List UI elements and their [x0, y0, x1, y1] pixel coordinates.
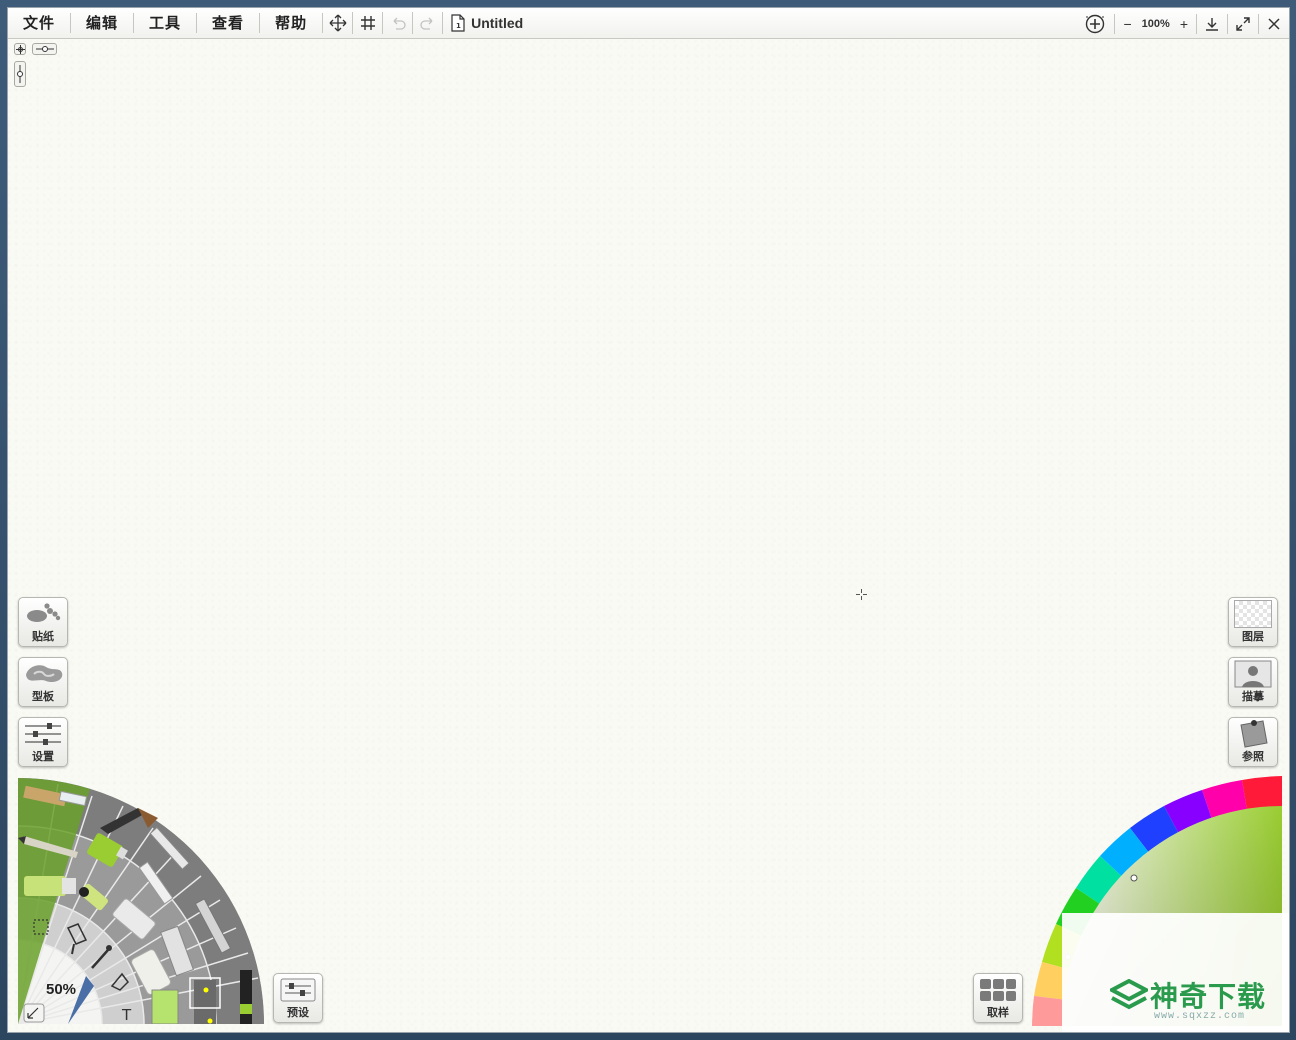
references-icon-wrap [1229, 718, 1277, 750]
references-label: 参照 [1242, 750, 1264, 763]
brush-size-text: 50% [46, 981, 76, 998]
zoom-in-button[interactable]: + [1180, 16, 1188, 32]
tracing-button[interactable]: 描摹 [1228, 657, 1278, 707]
layers-icon-wrap [1229, 598, 1277, 630]
grid-button[interactable] [353, 12, 384, 34]
layers-label: 图层 [1242, 630, 1264, 643]
sampler-label: 取样 [987, 1006, 1009, 1019]
settings-button[interactable]: 设置 [18, 717, 68, 767]
move-canvas-button[interactable] [323, 12, 354, 34]
tool-marker[interactable] [24, 876, 76, 896]
add-layer-button[interactable] [1076, 14, 1114, 34]
sliders-icon [25, 723, 61, 745]
slider-h-icon [35, 46, 54, 52]
undo-button[interactable] [383, 12, 414, 34]
watermark-url: www.sqxzz.com [1154, 1011, 1246, 1022]
undo-icon [393, 17, 406, 30]
crosshair-cursor-icon [856, 589, 867, 600]
redo-icon [419, 17, 433, 30]
references-button[interactable]: 参照 [1228, 717, 1278, 767]
document-title[interactable]: 1 Untitled [451, 14, 523, 32]
sampler-button[interactable]: 取样 [973, 973, 1023, 1023]
svg-text:1: 1 [456, 22, 461, 30]
menu-tools[interactable]: 工具 [134, 13, 198, 33]
presets-sliders-icon [280, 978, 316, 1002]
menu-edit[interactable]: 编辑 [71, 13, 135, 33]
stencil-icon [26, 665, 63, 683]
transform-icon[interactable] [23, 1003, 45, 1023]
settings-icon-wrap [19, 718, 67, 750]
text-tool-icon[interactable]: T [121, 1006, 132, 1024]
menu-file[interactable]: 文件 [8, 13, 72, 33]
add-circle-icon [1086, 14, 1105, 33]
sampler-icon-wrap [974, 974, 1022, 1006]
close-button[interactable] [1258, 13, 1289, 34]
horizontal-slider-toggle[interactable] [32, 43, 57, 55]
download-button[interactable] [1196, 13, 1227, 34]
stickers-button[interactable]: 贴纸 [18, 597, 68, 647]
tracing-label: 描摹 [1242, 690, 1264, 703]
stickers-icon-wrap [19, 598, 67, 630]
move-icon [329, 14, 347, 32]
settings-label: 设置 [32, 750, 54, 763]
menu-help[interactable]: 帮助 [260, 13, 324, 33]
grid-icon [360, 16, 375, 30]
menu-bar: 文件 编辑 工具 查看 帮助 1 Untitled − 100% + [8, 8, 1289, 39]
vertical-slider-toggle[interactable] [14, 61, 26, 87]
pinned-note-icon [1240, 720, 1268, 748]
canvas-reset-button[interactable] [14, 43, 26, 55]
fullscreen-button[interactable] [1227, 13, 1258, 34]
stencils-icon-wrap [19, 658, 67, 690]
hue-handle[interactable] [1130, 874, 1138, 882]
layers-button[interactable]: 图层 [1228, 597, 1278, 647]
watermark-logo-icon [1110, 979, 1148, 1010]
stencils-label: 型板 [32, 690, 54, 703]
watermark: 神奇下载 www.sqxzz.com [1062, 913, 1289, 1032]
document-title-text: Untitled [471, 15, 524, 31]
watermark-text: 神奇下载 [1150, 980, 1267, 1013]
redo-button[interactable] [413, 12, 444, 34]
document-icon: 1 [451, 14, 465, 32]
close-icon [1268, 17, 1280, 30]
right-toolbar: − 100% + [1076, 8, 1289, 39]
tool-eraser[interactable] [189, 977, 221, 1024]
slider-v-icon [17, 65, 23, 83]
menu-view[interactable]: 查看 [197, 13, 261, 33]
layer-thumbnail-icon [1234, 600, 1272, 628]
zoom-control: − 100% + [1114, 13, 1196, 34]
zoom-out-button[interactable]: − [1123, 16, 1131, 32]
tool-ballpoint[interactable] [240, 970, 252, 1024]
expand-icon [1236, 16, 1250, 31]
sampler-grid-icon [980, 979, 1016, 1001]
presets-label: 预设 [287, 1006, 309, 1019]
download-icon [1206, 17, 1218, 31]
presets-icon-wrap [274, 974, 322, 1006]
footprint-icon [27, 603, 61, 622]
tracing-icon-wrap [1229, 658, 1277, 690]
stickers-label: 贴纸 [32, 630, 54, 643]
stencils-button[interactable]: 型板 [18, 657, 68, 707]
center-icon [15, 44, 25, 54]
app-window: 文件 编辑 工具 查看 帮助 1 Untitled − 100% + 贴纸 型板… [7, 7, 1290, 1033]
tracing-portrait-icon [1234, 660, 1272, 688]
tool-glitter-tube[interactable] [151, 989, 179, 1024]
presets-button[interactable]: 预设 [273, 973, 323, 1023]
zoom-level: 100% [1141, 17, 1170, 30]
tool-wheel: T 50% [18, 778, 264, 1024]
